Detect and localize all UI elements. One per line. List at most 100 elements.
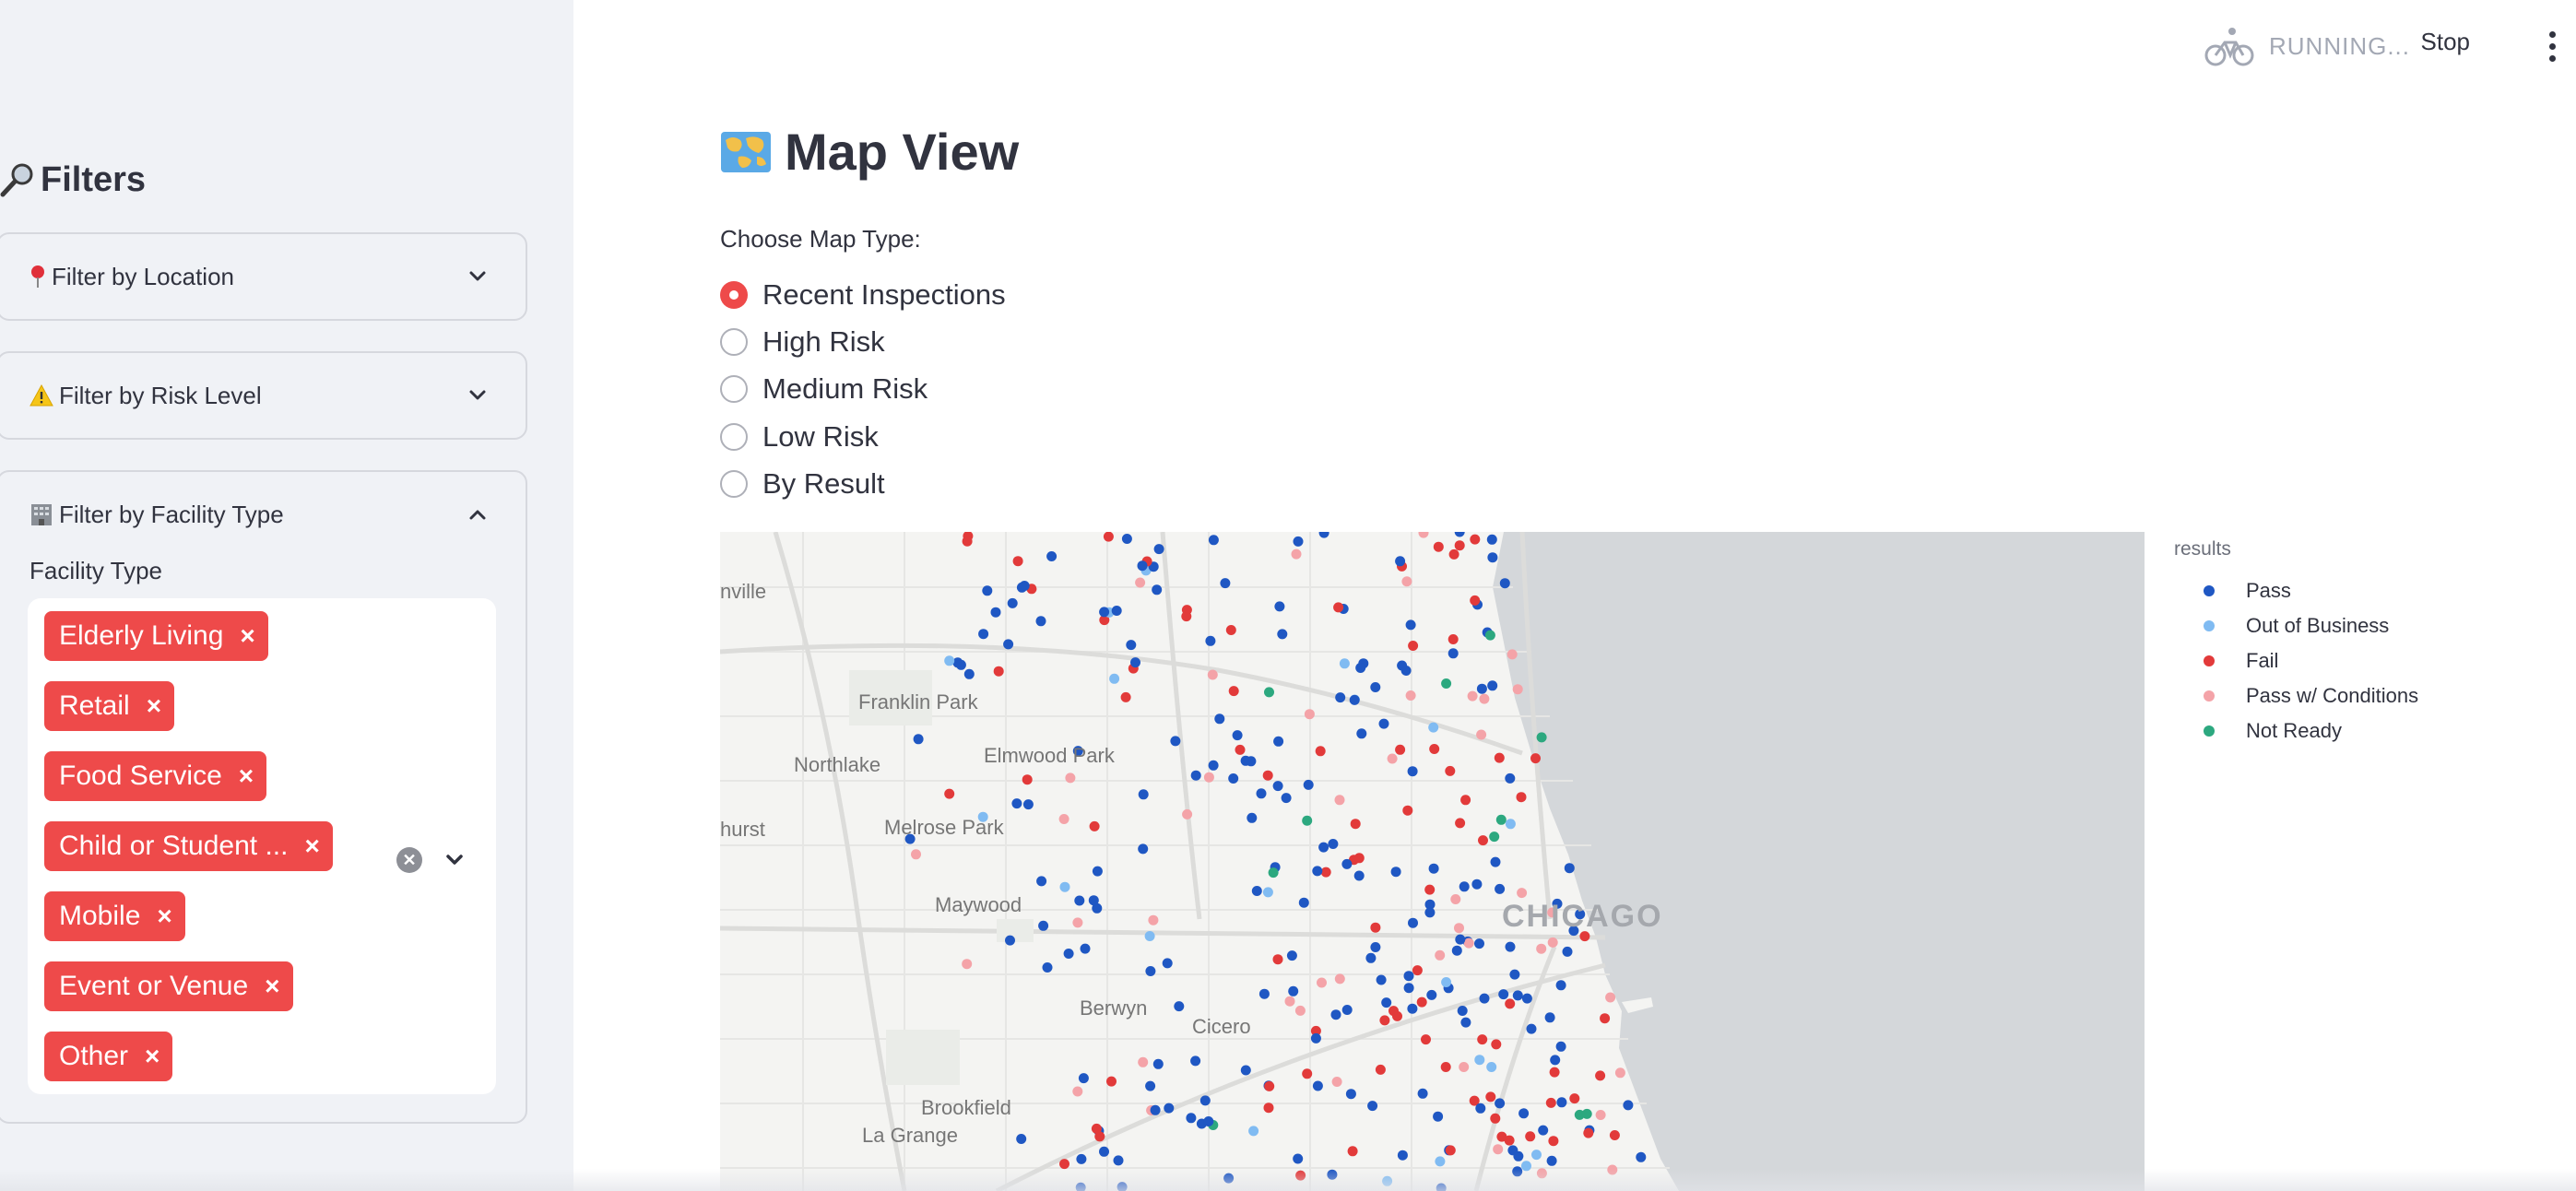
inspection-marker[interactable] — [1495, 883, 1506, 894]
inspection-marker[interactable] — [1395, 556, 1406, 567]
expander-header[interactable]: Filter by Facility Type — [0, 472, 526, 557]
inspection-marker[interactable] — [1293, 1153, 1304, 1164]
inspection-marker[interactable] — [1247, 812, 1258, 823]
inspection-marker[interactable] — [1408, 641, 1419, 651]
inspection-marker[interactable] — [1525, 1131, 1536, 1142]
inspection-marker[interactable] — [1273, 736, 1284, 747]
inspection-marker[interactable] — [1190, 1055, 1201, 1067]
expander-header[interactable]: Filter by Risk Level — [0, 353, 526, 438]
radio-medium-risk[interactable]: Medium Risk — [720, 366, 1006, 413]
remove-tag-icon[interactable]: × — [239, 761, 254, 791]
inspection-marker[interactable] — [1074, 895, 1085, 906]
remove-tag-icon[interactable]: × — [265, 972, 279, 1001]
chevron-down-icon[interactable] — [443, 848, 467, 872]
inspection-marker[interactable] — [1347, 1146, 1358, 1157]
inspection-marker[interactable] — [1479, 693, 1490, 704]
inspection-marker[interactable] — [1138, 1056, 1149, 1067]
inspection-map[interactable]: nville Franklin Park Northlake Elmwood P… — [720, 532, 2145, 1191]
inspection-marker[interactable] — [1317, 977, 1327, 988]
inspection-marker[interactable] — [1441, 977, 1452, 987]
inspection-marker[interactable] — [1445, 765, 1456, 776]
inspection-marker[interactable] — [1310, 1032, 1321, 1044]
inspection-marker[interactable] — [1304, 709, 1315, 720]
inspection-marker[interactable] — [1334, 973, 1345, 985]
inspection-marker[interactable] — [1203, 772, 1214, 783]
inspection-marker[interactable] — [1005, 935, 1015, 946]
inspection-marker[interactable] — [1333, 602, 1344, 613]
inspection-marker[interactable] — [1058, 814, 1069, 824]
inspection-marker[interactable] — [1509, 969, 1520, 980]
inspection-marker[interactable] — [1277, 629, 1288, 640]
clear-all-icon[interactable]: ✕ — [396, 847, 422, 873]
inspection-marker[interactable] — [1375, 1064, 1386, 1075]
inspection-marker[interactable] — [1370, 922, 1381, 933]
inspection-marker[interactable] — [1475, 1103, 1486, 1114]
inspection-marker[interactable] — [1455, 934, 1466, 945]
inspection-marker[interactable] — [1441, 678, 1452, 689]
inspection-marker[interactable] — [1138, 789, 1149, 800]
inspection-marker[interactable] — [1272, 954, 1283, 965]
inspection-marker[interactable] — [1312, 1080, 1323, 1091]
inspection-marker[interactable] — [1205, 635, 1216, 646]
inspection-marker[interactable] — [1405, 619, 1416, 631]
inspection-marker[interactable] — [1103, 532, 1114, 542]
inspection-marker[interactable] — [1424, 884, 1436, 895]
inspection-marker[interactable] — [1496, 1131, 1507, 1142]
inspection-marker[interactable] — [1174, 1001, 1185, 1012]
radio-button[interactable] — [720, 328, 748, 357]
inspection-marker[interactable] — [1416, 996, 1427, 1008]
inspection-marker[interactable] — [1499, 578, 1510, 589]
legend-item-pass-with-conditions[interactable]: Pass w/ Conditions — [2174, 678, 2418, 713]
inspection-marker[interactable] — [1207, 669, 1218, 680]
inspection-marker[interactable] — [1595, 1110, 1606, 1120]
inspection-marker[interactable] — [1428, 722, 1439, 733]
inspection-marker[interactable] — [1182, 808, 1193, 820]
inspection-marker[interactable] — [1609, 1130, 1620, 1140]
inspection-marker[interactable] — [1562, 946, 1573, 957]
inspection-marker[interactable] — [1335, 692, 1346, 703]
legend-item-pass[interactable]: Pass — [2174, 573, 2418, 608]
inspection-marker[interactable] — [1089, 820, 1100, 831]
inspection-marker[interactable] — [1078, 1073, 1089, 1084]
inspection-marker[interactable] — [1403, 983, 1414, 994]
remove-tag-icon[interactable]: × — [240, 621, 254, 651]
inspection-marker[interactable] — [1450, 894, 1461, 904]
inspection-marker[interactable] — [1355, 663, 1366, 673]
inspection-marker[interactable] — [1536, 943, 1547, 954]
inspection-marker[interactable] — [1457, 1006, 1468, 1016]
inspection-marker[interactable] — [1407, 766, 1418, 777]
inspection-marker[interactable] — [1152, 1058, 1164, 1069]
selected-tag[interactable]: Retail × — [44, 681, 175, 731]
selected-tag[interactable]: Food Service × — [44, 751, 267, 801]
inspection-marker[interactable] — [1302, 815, 1313, 826]
inspection-marker[interactable] — [1164, 1103, 1175, 1114]
inspection-marker[interactable] — [1493, 1144, 1504, 1155]
radio-button[interactable] — [720, 375, 748, 404]
inspection-marker[interactable] — [1353, 853, 1365, 864]
inspection-marker[interactable] — [1258, 988, 1270, 999]
inspection-marker[interactable] — [1286, 950, 1297, 961]
inspection-marker[interactable] — [1477, 1034, 1488, 1045]
inspection-marker[interactable] — [1397, 660, 1408, 671]
inspection-marker[interactable] — [1505, 819, 1516, 830]
inspection-marker[interactable] — [1433, 1111, 1444, 1122]
inspection-marker[interactable] — [1531, 1150, 1542, 1161]
radio-button-checked[interactable] — [720, 280, 748, 309]
inspection-marker[interactable] — [1303, 779, 1314, 790]
inspection-marker[interactable] — [1232, 730, 1243, 741]
inspection-marker[interactable] — [1569, 1093, 1580, 1104]
inspection-marker[interactable] — [1486, 1062, 1497, 1072]
inspection-marker[interactable] — [1228, 686, 1239, 697]
inspection-marker[interactable] — [1403, 971, 1414, 982]
inspection-marker[interactable] — [1145, 1080, 1156, 1091]
inspection-marker[interactable] — [1063, 949, 1074, 959]
inspection-marker[interactable] — [1016, 582, 1027, 593]
inspection-marker[interactable] — [1022, 799, 1034, 810]
inspection-marker[interactable] — [1512, 990, 1523, 1001]
inspection-marker[interactable] — [1505, 998, 1516, 1009]
inspection-marker[interactable] — [1556, 1097, 1567, 1108]
inspection-marker[interactable] — [1268, 867, 1279, 879]
inspection-marker[interactable] — [1370, 682, 1381, 692]
selected-tag[interactable]: Event or Venue × — [44, 961, 293, 1011]
remove-tag-icon[interactable]: × — [157, 902, 171, 931]
